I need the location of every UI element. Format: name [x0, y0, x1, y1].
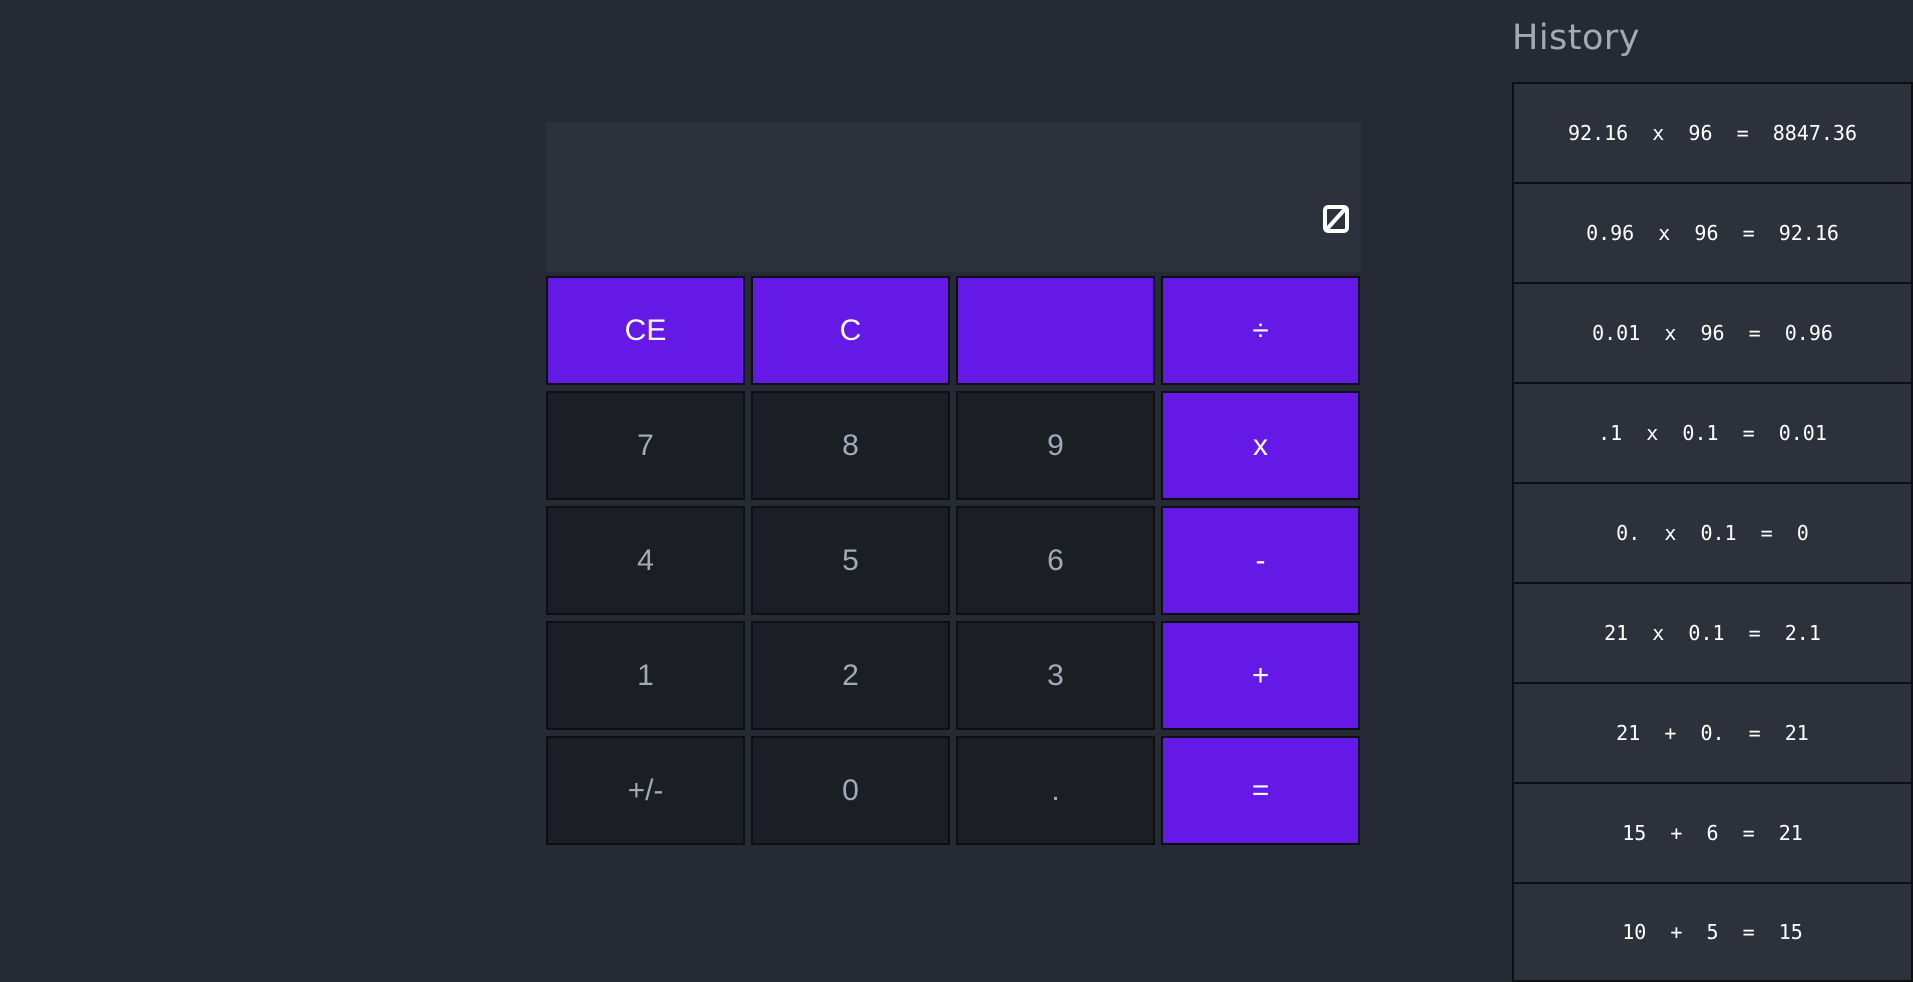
add-button[interactable]: +: [1161, 621, 1360, 730]
history-item[interactable]: 0.01 x 96 = 0.96: [1512, 282, 1913, 382]
digit-7-button[interactable]: 7: [546, 391, 745, 500]
digit-3-button[interactable]: 3: [956, 621, 1155, 730]
divide-button[interactable]: ÷: [1161, 276, 1360, 385]
history-panel: History 92.16 x 96 = 8847.36 0.96 x 96 = …: [1512, 0, 1913, 982]
calculator-display: [546, 122, 1361, 272]
history-title: History: [1512, 18, 1641, 58]
digit-4-button[interactable]: 4: [546, 506, 745, 615]
history-item[interactable]: 0. x 0.1 = 0: [1512, 482, 1913, 582]
history-item[interactable]: 21 x 0.1 = 2.1: [1512, 582, 1913, 682]
digit-6-button[interactable]: 6: [956, 506, 1155, 615]
slashed-zero-icon: [1323, 205, 1349, 233]
digit-5-button[interactable]: 5: [751, 506, 950, 615]
history-item[interactable]: 92.16 x 96 = 8847.36: [1512, 82, 1913, 182]
digit-2-button[interactable]: 2: [751, 621, 950, 730]
history-item[interactable]: 0.96 x 96 = 92.16: [1512, 182, 1913, 282]
blank-button[interactable]: [956, 276, 1155, 385]
multiply-button[interactable]: x: [1161, 391, 1360, 500]
history-item[interactable]: .1 x 0.1 = 0.01: [1512, 382, 1913, 482]
digit-9-button[interactable]: 9: [956, 391, 1155, 500]
history-list: 92.16 x 96 = 8847.36 0.96 x 96 = 92.16 0.0…: [1512, 82, 1913, 982]
history-item[interactable]: 15 + 6 = 21: [1512, 782, 1913, 882]
clear-entry-button[interactable]: CE: [546, 276, 745, 385]
digit-0-button[interactable]: 0: [751, 736, 950, 845]
negate-button[interactable]: +/-: [546, 736, 745, 845]
subtract-button[interactable]: -: [1161, 506, 1360, 615]
digit-8-button[interactable]: 8: [751, 391, 950, 500]
history-item[interactable]: 21 + 0. = 21: [1512, 682, 1913, 782]
history-item[interactable]: 10 + 5 = 15: [1512, 882, 1913, 982]
digit-1-button[interactable]: 1: [546, 621, 745, 730]
calculator: CE C ÷ 7 8 9 x 4 5 6- 1 2 3 + +/- 0. =: [546, 122, 1361, 845]
equals-button[interactable]: =: [1161, 736, 1360, 845]
decimal-button[interactable]: .: [956, 736, 1155, 845]
keypad: CE C ÷ 7 8 9 x 4 5 6- 1 2 3 + +/- 0. =: [546, 276, 1361, 845]
clear-button[interactable]: C: [751, 276, 950, 385]
